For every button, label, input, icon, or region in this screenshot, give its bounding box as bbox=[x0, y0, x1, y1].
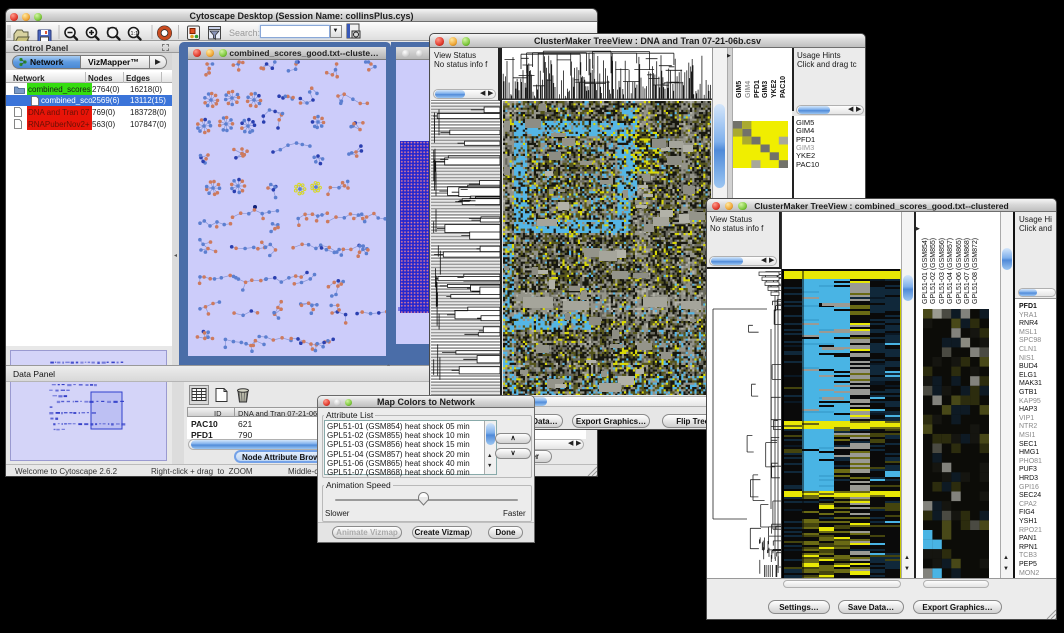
svg-text:1:1: 1:1 bbox=[131, 31, 139, 37]
